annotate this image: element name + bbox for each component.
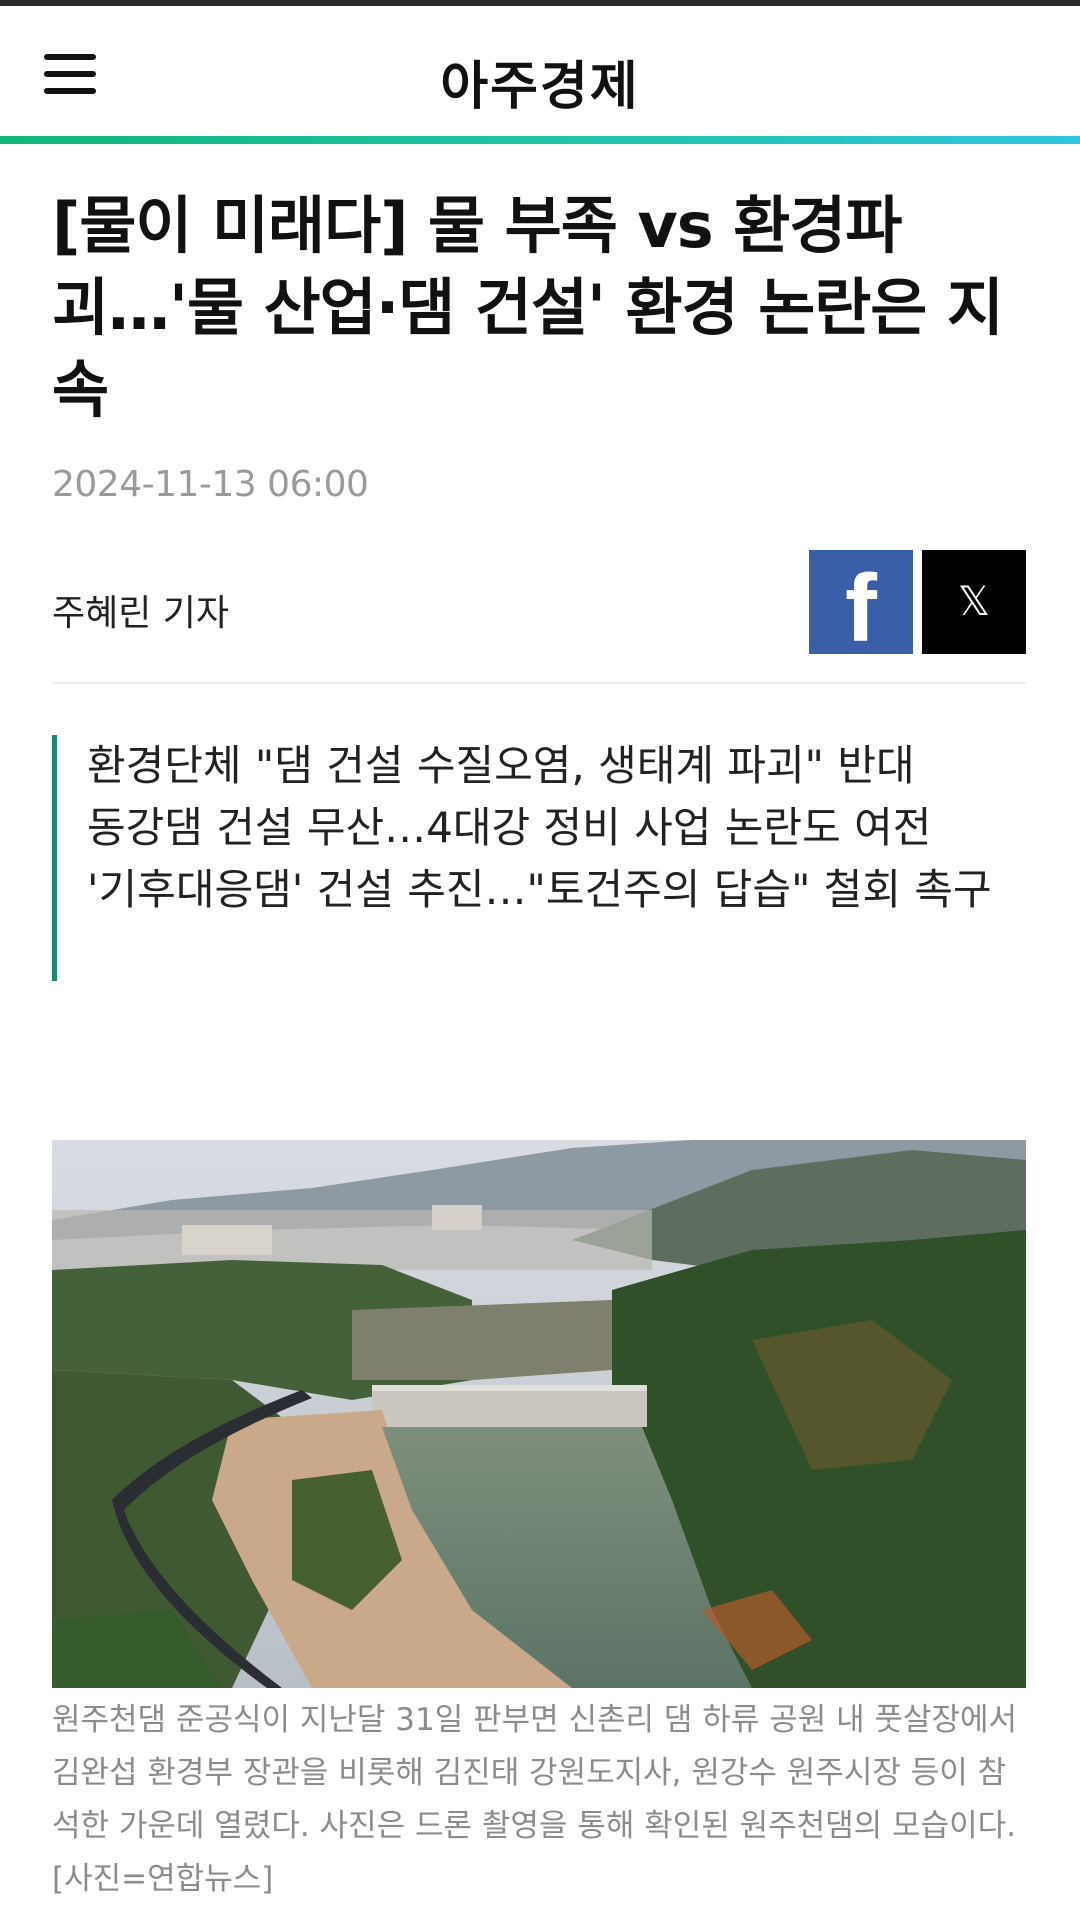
facebook-icon: f xyxy=(845,555,877,662)
article-date: 2024-11-13 06:00 xyxy=(52,464,369,505)
photo-caption: 원주천댐 준공식이 지난달 31일 판부면 신촌리 댐 하류 공원 내 풋살장에… xyxy=(52,1702,1018,1897)
x-icon: 𝕏 xyxy=(957,579,991,625)
summary-line-1: 환경단체 "댐 건설 수질오염, 생태계 파괴" 반대 xyxy=(87,741,915,790)
header-accent-line xyxy=(0,136,1080,144)
site-logo[interactable]: 아주경제 xyxy=(0,44,1080,119)
section-divider xyxy=(52,682,1026,684)
x-share-button[interactable]: 𝕏 xyxy=(922,550,1026,654)
article-headline: [물이 미래다] 물 부족 vs 환경파괴…'물 산업·댐 건설' 환경 논란은… xyxy=(52,189,1004,426)
article-photo xyxy=(52,1140,1026,1688)
summary-text: 환경단체 "댐 건설 수질오염, 생태계 파괴" 반대동강댐 건설 무산…4대강… xyxy=(87,735,1037,921)
article-byline: 주혜린 기자 xyxy=(52,593,230,634)
site-header: 아주경제 xyxy=(0,6,1080,136)
article-summary: 환경단체 "댐 건설 수질오염, 생태계 파괴" 반대동강댐 건설 무산…4대강… xyxy=(52,735,1031,981)
facebook-share-button[interactable]: f xyxy=(809,550,913,662)
summary-line-3: '기후대응댐' 건설 추진…"토건주의 답습" 철회 촉구 xyxy=(87,865,992,914)
summary-line-2: 동강댐 건설 무산…4대강 정비 사업 논란도 여전 xyxy=(87,803,932,852)
